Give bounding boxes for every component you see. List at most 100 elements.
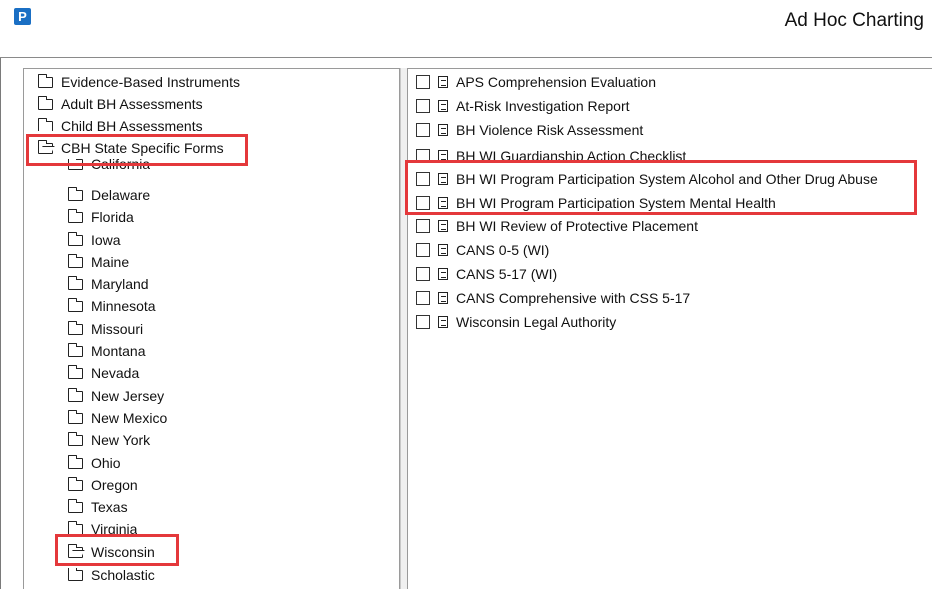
form-checkbox[interactable] bbox=[416, 243, 430, 258]
document-icon bbox=[438, 316, 448, 329]
folder-open-icon bbox=[37, 139, 53, 154]
tree-item-label: Scholastic bbox=[91, 568, 155, 583]
tree-item-label: Iowa bbox=[91, 232, 121, 248]
folder-tree-pane[interactable]: Evidence-Based Instruments Adult BH Asse… bbox=[23, 68, 400, 589]
document-icon bbox=[438, 124, 448, 137]
tree-item-label: Virginia bbox=[91, 521, 138, 534]
tree-item-texas[interactable]: Texas bbox=[67, 496, 128, 518]
form-item-label: CANS 0-5 (WI) bbox=[456, 242, 550, 258]
form-checkbox[interactable] bbox=[416, 149, 430, 161]
document-icon bbox=[438, 150, 448, 161]
document-icon bbox=[438, 292, 448, 305]
tree-item-evidence-based-instruments[interactable]: Evidence-Based Instruments bbox=[37, 71, 240, 93]
tree-item-california[interactable]: California bbox=[68, 159, 150, 173]
form-item-bh-violence-risk-assessment[interactable]: BH Violence Risk Assessment bbox=[416, 119, 643, 141]
tree-item-montana[interactable]: Montana bbox=[67, 340, 146, 362]
tree-item-child-bh-assessments[interactable]: Child BH Assessments bbox=[38, 115, 203, 131]
form-item-wisconsin-legal-authority[interactable]: Wisconsin Legal Authority bbox=[416, 311, 616, 333]
tree-item-oregon[interactable]: Oregon bbox=[67, 474, 138, 496]
app-logo-icon: P bbox=[14, 8, 31, 25]
tree-item-iowa[interactable]: Iowa bbox=[67, 229, 121, 251]
form-item-label: At-Risk Investigation Report bbox=[456, 98, 630, 114]
document-icon bbox=[438, 76, 448, 89]
tree-item-label: Oregon bbox=[91, 477, 138, 493]
tree-item-adult-bh-assessments[interactable]: Adult BH Assessments bbox=[37, 93, 203, 115]
folder-icon bbox=[67, 297, 83, 312]
tree-item-delaware[interactable]: Delaware bbox=[67, 184, 150, 206]
tree-item-maryland[interactable]: Maryland bbox=[67, 273, 149, 295]
form-checkbox[interactable] bbox=[416, 75, 430, 90]
form-item-bh-wi-pps-mental-health[interactable]: BH WI Program Participation System Menta… bbox=[416, 192, 776, 214]
tree-item-maine[interactable]: Maine bbox=[67, 251, 130, 273]
tree-item-missouri[interactable]: Missouri bbox=[67, 318, 143, 340]
document-icon bbox=[438, 197, 448, 210]
tree-item-wisconsin[interactable]: Wisconsin bbox=[67, 541, 155, 563]
tree-item-label: Child BH Assessments bbox=[61, 118, 203, 131]
tree-item-label: Maine bbox=[91, 254, 130, 270]
document-icon bbox=[438, 268, 448, 281]
form-item-cans-5-17-wi[interactable]: CANS 5-17 (WI) bbox=[416, 263, 557, 285]
window-title: Ad Hoc Charting bbox=[784, 10, 924, 31]
form-checkbox[interactable] bbox=[416, 123, 430, 138]
folder-icon bbox=[67, 364, 83, 379]
tree-item-scholastic[interactable]: Scholastic bbox=[68, 568, 155, 588]
folder-icon bbox=[67, 320, 83, 335]
folder-icon bbox=[67, 498, 83, 513]
form-checkbox[interactable] bbox=[416, 99, 430, 114]
form-item-bh-wi-review-of-protective-placement[interactable]: BH WI Review of Protective Placement bbox=[416, 215, 698, 237]
form-item-bh-wi-guardianship-action-checklist[interactable]: BH WI Guardianship Action Checklist bbox=[416, 145, 686, 161]
tree-item-label: Montana bbox=[91, 343, 146, 359]
tree-item-label: Minnesota bbox=[91, 298, 156, 314]
tree-item-label: Florida bbox=[91, 209, 134, 225]
folder-open-icon bbox=[67, 543, 83, 558]
form-item-label: BH WI Review of Protective Placement bbox=[456, 218, 698, 234]
tree-item-label: Evidence-Based Instruments bbox=[61, 74, 240, 90]
form-item-label: BH Violence Risk Assessment bbox=[456, 122, 644, 138]
form-item-aps-comprehension-evaluation[interactable]: APS Comprehension Evaluation bbox=[416, 71, 656, 93]
tree-item-cbh-state-specific-forms[interactable]: CBH State Specific Forms bbox=[37, 137, 224, 159]
form-item-label: APS Comprehension Evaluation bbox=[456, 74, 657, 90]
tree-item-label: Nevada bbox=[91, 365, 140, 381]
folder-icon bbox=[67, 476, 83, 491]
form-item-at-risk-investigation-report[interactable]: At-Risk Investigation Report bbox=[416, 95, 630, 117]
form-checkbox[interactable] bbox=[416, 219, 430, 234]
folder-icon bbox=[38, 117, 53, 131]
form-checkbox[interactable] bbox=[416, 172, 430, 187]
folder-icon bbox=[68, 520, 83, 534]
folder-icon bbox=[67, 387, 83, 402]
form-checkbox[interactable] bbox=[416, 196, 430, 211]
folder-icon bbox=[68, 159, 83, 170]
tree-item-label: New Mexico bbox=[91, 410, 168, 426]
form-item-label: BH WI Program Participation System Menta… bbox=[456, 195, 776, 211]
form-checkbox[interactable] bbox=[416, 315, 430, 330]
form-item-bh-wi-pps-aoda[interactable]: BH WI Program Participation System Alcoh… bbox=[416, 168, 878, 190]
pane-splitter[interactable] bbox=[400, 68, 408, 589]
folder-icon bbox=[67, 431, 83, 446]
document-icon bbox=[438, 100, 448, 113]
form-checkbox[interactable] bbox=[416, 291, 430, 306]
folder-icon bbox=[67, 454, 83, 469]
tree-item-new-mexico[interactable]: New Mexico bbox=[67, 407, 168, 429]
folder-icon bbox=[67, 186, 83, 201]
form-item-cans-comprehensive-with-css-5-17[interactable]: CANS Comprehensive with CSS 5-17 bbox=[416, 287, 690, 309]
tree-item-minnesota[interactable]: Minnesota bbox=[67, 295, 156, 317]
form-item-label: CANS 5-17 (WI) bbox=[456, 266, 558, 282]
document-icon bbox=[438, 173, 448, 186]
form-item-cans-0-5-wi[interactable]: CANS 0-5 (WI) bbox=[416, 239, 549, 261]
tree-item-label: CBH State Specific Forms bbox=[61, 140, 224, 156]
tree-item-label: New York bbox=[91, 432, 151, 448]
form-item-label: CANS Comprehensive with CSS 5-17 bbox=[456, 290, 691, 306]
folder-icon bbox=[67, 208, 83, 223]
form-checkbox[interactable] bbox=[416, 267, 430, 282]
document-icon bbox=[438, 244, 448, 257]
form-item-label: BH WI Guardianship Action Checklist bbox=[456, 148, 687, 161]
tree-item-ohio[interactable]: Ohio bbox=[67, 452, 121, 474]
tree-item-new-jersey[interactable]: New Jersey bbox=[67, 385, 164, 407]
tree-item-nevada[interactable]: Nevada bbox=[67, 362, 140, 384]
tree-item-virginia[interactable]: Virginia bbox=[68, 518, 137, 534]
tree-item-florida[interactable]: Florida bbox=[67, 206, 134, 228]
tree-item-new-york[interactable]: New York bbox=[67, 429, 151, 451]
folder-icon bbox=[67, 342, 83, 357]
folder-icon bbox=[67, 275, 83, 290]
forms-list-pane[interactable]: APS Comprehension Evaluation At-Risk Inv… bbox=[408, 68, 932, 589]
